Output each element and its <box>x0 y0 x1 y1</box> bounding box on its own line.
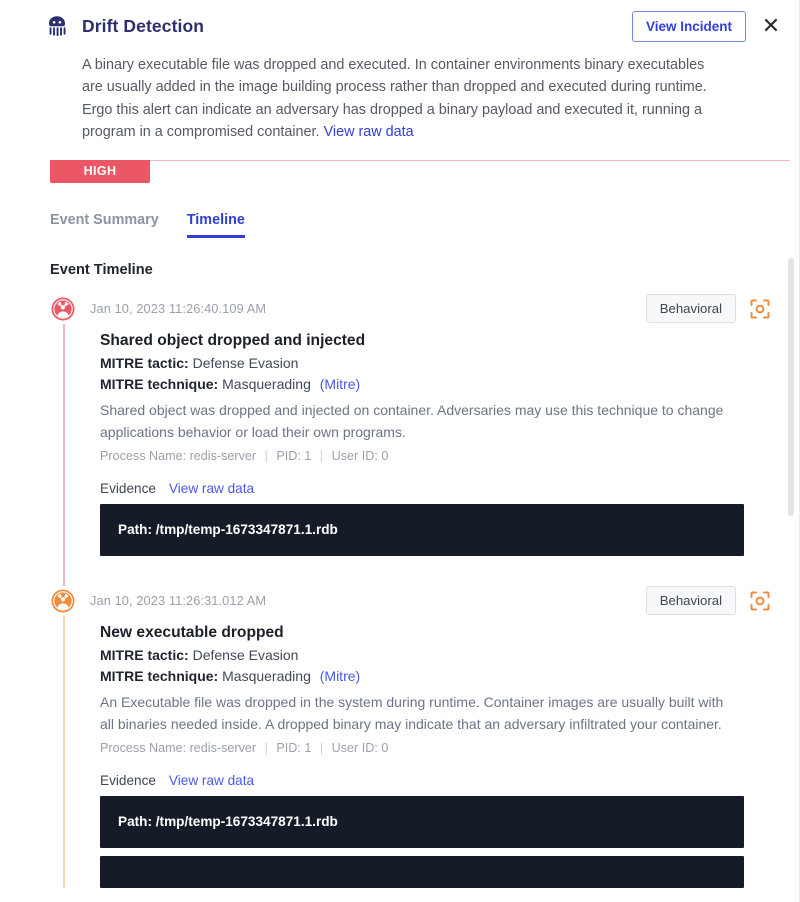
mitre-tactic-label: MITRE tactic: <box>100 646 189 663</box>
event-rail <box>63 615 65 888</box>
mitre-reference-link[interactable]: (Mitre) <box>320 376 360 392</box>
process-name-label: Process Name: <box>100 448 187 463</box>
pid-value: 1 <box>304 448 312 463</box>
evidence-row: Evidence View raw data <box>100 481 800 496</box>
timeline-event: Jan 10, 2023 11:26:31.012 AM Behavioral <box>0 586 800 888</box>
pid-label: PID: <box>276 448 301 463</box>
detail-separator: | <box>264 740 268 755</box>
severity-row: HIGH <box>0 159 800 186</box>
process-name-label: Process Name: <box>100 740 187 755</box>
mitre-technique-label: MITRE technique: <box>100 667 219 684</box>
alert-description: A binary executable file was dropped and… <box>82 54 708 144</box>
event-description: An Executable file was dropped in the sy… <box>100 693 724 733</box>
process-name-value: redis-server <box>189 740 257 755</box>
event-body: New executable dropped MITRE tactic: Def… <box>63 615 800 888</box>
event-rail <box>63 323 65 586</box>
evidence-row: Evidence View raw data <box>100 773 800 788</box>
detail-separator: | <box>319 740 324 755</box>
close-icon[interactable]: ✕ <box>760 15 782 37</box>
user-id-label: User ID: <box>331 740 378 755</box>
tab-event-summary[interactable]: Event Summary <box>50 212 159 238</box>
scan-target-icon[interactable] <box>750 299 770 319</box>
pid-label: PID: <box>276 740 301 755</box>
evidence-label: Evidence <box>100 772 156 788</box>
process-details: Process Name: redis-server | PID: 1 | Us… <box>100 449 800 463</box>
event-timestamp: Jan 10, 2023 11:26:40.109 AM <box>90 301 267 317</box>
process-name-value: redis-server <box>189 448 257 463</box>
evidence-code-block-clipped <box>100 855 744 888</box>
event-timeline-heading: Event Timeline <box>50 261 153 278</box>
event-body: Shared object dropped and injected MITRE… <box>63 323 800 586</box>
radiation-hazard-icon <box>50 296 76 322</box>
user-id-label: User ID: <box>331 448 378 463</box>
status-badge: HIGH <box>50 159 150 183</box>
jellyfish-icon <box>44 13 70 39</box>
scrollbar-track[interactable] <box>788 258 794 878</box>
event-header: Jan 10, 2023 11:26:31.012 AM Behavioral <box>50 586 800 616</box>
user-id-value: 0 <box>381 448 389 463</box>
view-incident-button[interactable]: View Incident <box>631 10 746 42</box>
event-title: New executable dropped <box>100 623 284 641</box>
mitre-tactic-value: Defense Evasion <box>192 354 299 371</box>
user-id-value: 0 <box>381 740 389 755</box>
view-raw-data-link[interactable]: View raw data <box>169 481 254 496</box>
panel-header: Drift Detection View Incident ✕ <box>0 0 800 48</box>
timeline-scroll-area: Jan 10, 2023 11:26:40.109 AM Behavioral <box>0 294 800 902</box>
mitre-technique-line: MITRE technique: Masquerading (Mitre) <box>100 666 800 687</box>
scan-target-icon[interactable] <box>750 591 770 611</box>
mitre-technique-value: Masquerading <box>222 667 311 684</box>
drift-detection-panel: Drift Detection View Incident ✕ A binary… <box>0 0 800 902</box>
event-spacer <box>100 556 800 586</box>
severity-divider <box>50 159 790 162</box>
mitre-tactic-line: MITRE tactic: Defense Evasion <box>100 645 800 666</box>
mitre-tactic-line: MITRE tactic: Defense Evasion <box>100 353 800 374</box>
mitre-tactic-value: Defense Evasion <box>192 646 299 663</box>
process-details: Process Name: redis-server | PID: 1 | Us… <box>100 741 800 755</box>
event-type-badge[interactable]: Behavioral <box>645 294 736 324</box>
view-raw-data-link-header[interactable]: View raw data <box>324 124 414 140</box>
pid-value: 1 <box>304 740 312 755</box>
mitre-technique-label: MITRE technique: <box>100 375 219 392</box>
detail-separator: | <box>264 448 268 463</box>
evidence-code-block: Path: /tmp/temp-1673347871.1.rdb <box>100 503 744 556</box>
mitre-technique-line: MITRE technique: Masquerading (Mitre) <box>100 374 800 395</box>
detail-separator: | <box>319 448 324 463</box>
radiation-hazard-icon <box>50 588 76 614</box>
page-title: Drift Detection <box>82 15 205 36</box>
scrollbar-thumb[interactable] <box>788 258 794 516</box>
evidence-label: Evidence <box>100 480 156 496</box>
event-header: Jan 10, 2023 11:26:40.109 AM Behavioral <box>50 294 800 324</box>
event-title: Shared object dropped and injected <box>100 331 366 349</box>
event-description: Shared object was dropped and injected o… <box>100 401 724 441</box>
tab-timeline[interactable]: Timeline <box>186 212 245 238</box>
timeline-event: Jan 10, 2023 11:26:40.109 AM Behavioral <box>0 294 800 586</box>
mitre-tactic-label: MITRE tactic: <box>100 354 189 371</box>
event-timestamp: Jan 10, 2023 11:26:31.012 AM <box>90 593 267 609</box>
mitre-reference-link[interactable]: (Mitre) <box>320 668 360 684</box>
evidence-code-block: Path: /tmp/temp-1673347871.1.rdb <box>100 795 744 848</box>
view-raw-data-link[interactable]: View raw data <box>169 773 254 788</box>
event-type-badge[interactable]: Behavioral <box>645 586 736 616</box>
mitre-technique-value: Masquerading <box>222 375 311 392</box>
tab-bar: Event Summary Timeline <box>0 186 800 238</box>
